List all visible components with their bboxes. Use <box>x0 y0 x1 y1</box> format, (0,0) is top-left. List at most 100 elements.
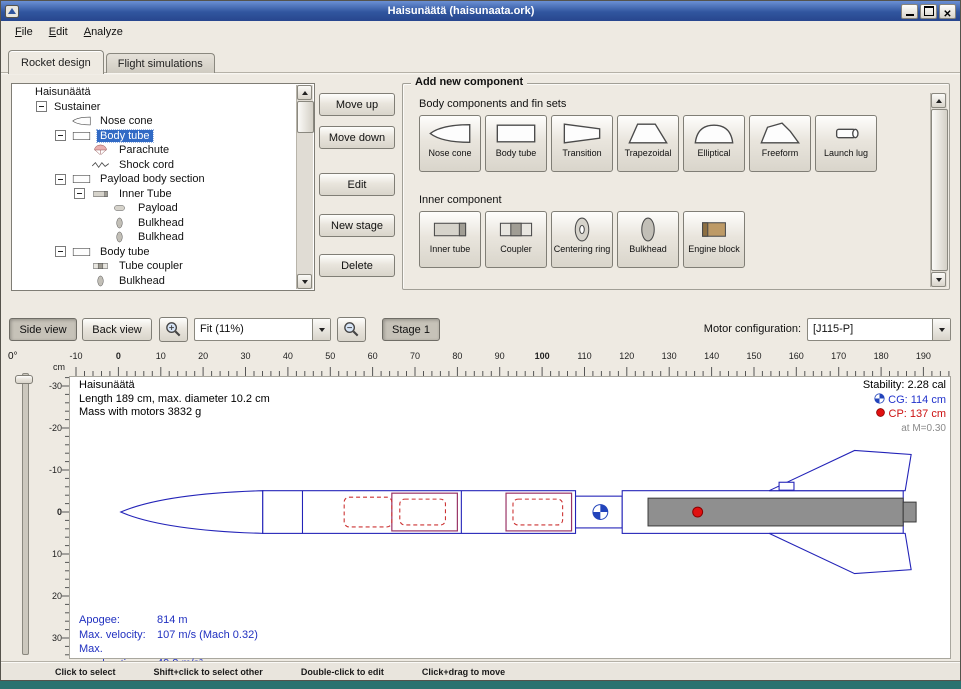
component-panel-scrollbar[interactable] <box>930 93 947 287</box>
add-coupler-button[interactable]: Coupler <box>485 211 547 268</box>
stability-value: Stability: 2.28 cal <box>863 379 946 393</box>
tree-expander-icon[interactable] <box>74 188 85 199</box>
h-ruler-label: 110 <box>577 351 591 361</box>
rocket-name: Haisunäätä <box>79 379 270 393</box>
back-view-button[interactable]: Back view <box>82 318 152 341</box>
tree-expander-icon[interactable] <box>36 101 47 112</box>
h-ruler-label: 0 <box>116 351 121 361</box>
scrollbar-thumb[interactable] <box>931 109 948 271</box>
title-bar[interactable]: Haisunäätä (haisunaata.ork) <box>1 1 960 21</box>
fin-bottom[interactable] <box>769 533 911 573</box>
add-engine-block-button[interactable]: Engine block <box>683 211 745 268</box>
move-up-button[interactable]: Move up <box>319 93 395 116</box>
motor-configuration-select[interactable]: [J115-P] <box>807 318 951 341</box>
component-button-label: Freeform <box>762 149 799 159</box>
h-ruler-label: 90 <box>495 351 505 361</box>
rotation-slider-thumb[interactable] <box>15 375 33 384</box>
tree-expander-icon[interactable] <box>55 246 66 257</box>
stage-1-toggle[interactable]: Stage 1 <box>382 318 440 341</box>
tree-expander-icon[interactable] <box>55 130 66 141</box>
forward-body-outline[interactable] <box>263 491 576 534</box>
tree-item-nose-cone[interactable]: Nose cone <box>13 114 297 129</box>
tree-scrollbar[interactable] <box>296 85 313 289</box>
h-ruler-label: 130 <box>662 351 677 361</box>
component-button-label: Bulkhead <box>629 245 667 255</box>
tree-item-parachute[interactable]: Parachute <box>13 143 297 158</box>
tree-item-payload-body-section[interactable]: Payload body section <box>13 172 297 187</box>
rotation-slider-track[interactable] <box>22 373 29 655</box>
tree-item-bulkhead[interactable]: Bulkhead <box>13 216 297 231</box>
minimize-button[interactable] <box>901 4 918 19</box>
move-down-button[interactable]: Move down <box>319 126 395 149</box>
tree-item-tube-coupler[interactable]: Tube coupler <box>13 259 297 274</box>
transition-icon <box>559 120 605 147</box>
tree-item-payload[interactable]: Payload <box>13 201 297 216</box>
zoom-out-button[interactable] <box>337 317 366 342</box>
add-nose-cone-button[interactable]: Nose cone <box>419 115 481 172</box>
parachute-icon <box>89 144 112 156</box>
component-button-label: Engine block <box>688 245 740 255</box>
tree-item-body-tube[interactable]: Body tube <box>13 245 297 260</box>
component-button-label: Centering ring <box>554 245 611 255</box>
section-label-body-components: Body components and fin sets <box>419 98 566 110</box>
menu-analyze[interactable]: Analyze <box>76 23 131 41</box>
elliptical-icon <box>691 120 737 147</box>
h-ruler-label: -10 <box>69 351 82 361</box>
scroll-down-button[interactable] <box>931 272 946 287</box>
side-view-button[interactable]: Side view <box>9 318 77 341</box>
tree-item-bulkhead[interactable]: Bulkhead <box>13 274 297 289</box>
chevron-down-icon[interactable] <box>312 319 330 340</box>
h-ruler-label: 120 <box>619 351 634 361</box>
scroll-up-button[interactable] <box>931 93 946 108</box>
tree-item-body-tube[interactable]: Body tube <box>13 129 297 144</box>
component-button-label: Nose cone <box>428 149 471 159</box>
scroll-down-button[interactable] <box>297 274 312 289</box>
menu-file[interactable]: File <box>7 23 41 41</box>
add-component-panel: Add new component Body components and fi… <box>402 83 950 290</box>
tree-item-haisun-t[interactable]: Haisunäätä <box>13 85 297 100</box>
maximize-button[interactable] <box>920 4 937 19</box>
motor[interactable] <box>648 498 903 526</box>
h-ruler-label: 30 <box>240 351 250 361</box>
menu-edit[interactable]: Edit <box>41 23 76 41</box>
motor-configuration-label: Motor configuration: <box>677 323 801 335</box>
nose-cone-outline[interactable] <box>121 491 263 534</box>
v-ruler-label: 20 <box>52 591 62 601</box>
tree-item-inner-tube[interactable]: Inner Tube <box>13 187 297 202</box>
tree-item-shock-cord[interactable]: Shock cord <box>13 158 297 173</box>
window-title: Haisunäätä (haisunaata.ork) <box>23 5 899 17</box>
chevron-down-icon[interactable] <box>932 319 950 340</box>
add-launch-lug-button[interactable]: Launch lug <box>815 115 877 172</box>
new-stage-button[interactable]: New stage <box>319 214 395 237</box>
add-inner-tube-button[interactable]: Inner tube <box>419 211 481 268</box>
group-title: Add new component <box>411 76 527 88</box>
delete-button[interactable]: Delete <box>319 254 395 277</box>
close-button[interactable] <box>939 4 956 19</box>
add-bulkhead-button[interactable]: Bulkhead <box>617 211 679 268</box>
tab-rocket-design[interactable]: Rocket design <box>8 50 104 74</box>
tree-item-sustainer[interactable]: Sustainer <box>13 100 297 115</box>
tree-expander-icon[interactable] <box>55 174 66 185</box>
zoom-select[interactable]: Fit (11%) <box>194 318 331 341</box>
rocket-info: Haisunäätä Length 189 cm, max. diameter … <box>79 379 270 420</box>
add-elliptical-button[interactable]: Elliptical <box>683 115 745 172</box>
add-transition-button[interactable]: Transition <box>551 115 613 172</box>
tree-item-bulkhead[interactable]: Bulkhead <box>13 230 297 245</box>
vertical-ruler: -30-20-100102030 <box>39 376 69 659</box>
add-centering-ring-button[interactable]: Centering ring <box>551 211 613 268</box>
add-trapezoidal-button[interactable]: Trapezoidal <box>617 115 679 172</box>
component-tree[interactable]: HaisunäätäSustainerNose coneBody tubePar… <box>13 85 297 289</box>
add-body-tube-button[interactable]: Body tube <box>485 115 547 172</box>
vertical-ruler-ticks <box>39 376 69 659</box>
tree-item-label: Payload body section <box>97 173 208 185</box>
add-freeform-button[interactable]: Freeform <box>749 115 811 172</box>
launch-lug-outline[interactable] <box>779 482 794 490</box>
edit-button[interactable]: Edit <box>319 173 395 196</box>
rotation-label: 0° <box>8 351 18 362</box>
component-button-label: Launch lug <box>824 149 868 159</box>
zoom-in-button[interactable] <box>159 317 188 342</box>
tab-flight-simulations[interactable]: Flight simulations <box>106 53 215 73</box>
scrollbar-thumb[interactable] <box>297 101 314 133</box>
cp-marker <box>693 507 703 517</box>
scroll-up-button[interactable] <box>297 85 312 100</box>
